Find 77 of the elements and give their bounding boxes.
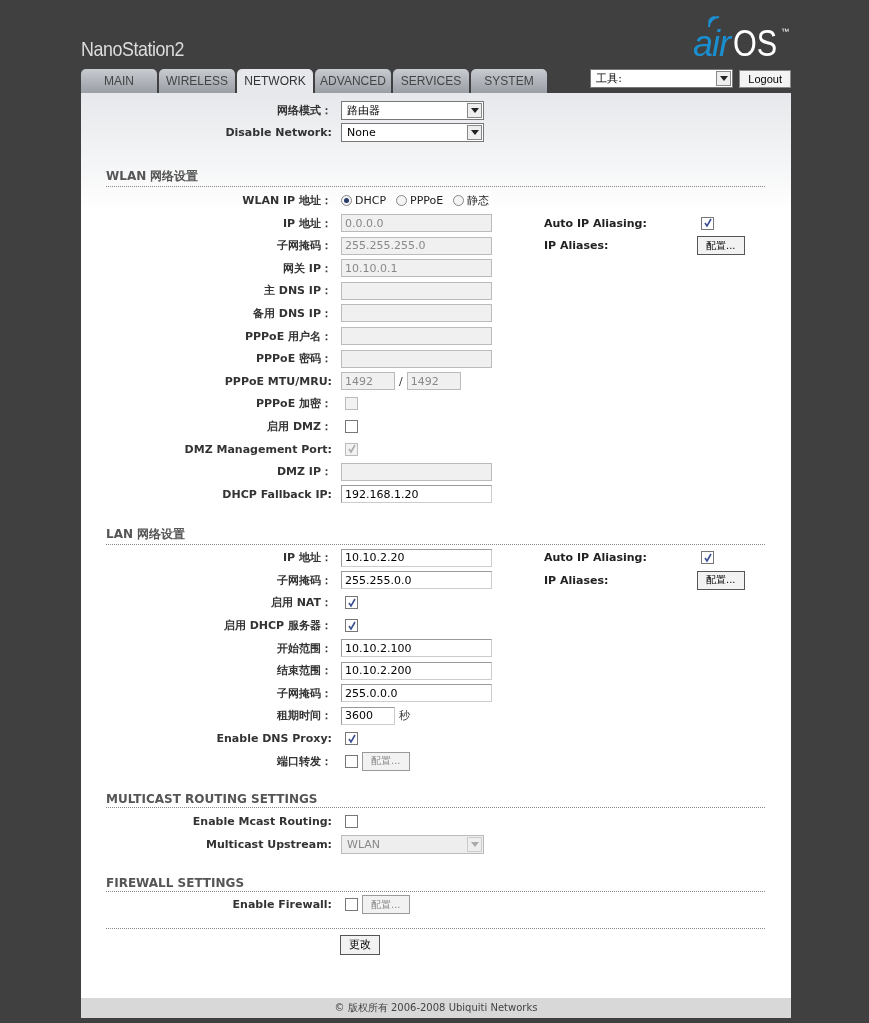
field-label: DHCP Fallback IP: [221, 487, 333, 501]
field-label: 租期时间： [276, 708, 333, 724]
logo: airOS™ [692, 27, 789, 61]
checkbox[interactable] [701, 551, 714, 565]
apply-button[interactable]: 更改 [340, 934, 380, 955]
nav-tab[interactable]: SYSTEM [471, 69, 547, 93]
field-label: Multicast Upstream: [205, 837, 333, 851]
field-label: IP 地址： [282, 215, 333, 231]
section-heading: FIREWALL SETTINGS [106, 875, 765, 892]
logout-button[interactable]: Logout [739, 69, 791, 88]
checkbox[interactable] [345, 754, 358, 768]
field-label: DMZ Management Port: [183, 442, 333, 456]
checkbox[interactable] [345, 898, 358, 912]
checkbox[interactable] [345, 619, 358, 633]
separator-text: / [399, 374, 403, 388]
nav-tab[interactable]: WIRELESS [159, 69, 235, 93]
caret-icon [716, 71, 732, 86]
input-field[interactable]: 3600 [341, 706, 395, 725]
field-label: Auto IP Aliasing: [544, 216, 648, 230]
caret-icon [467, 102, 482, 118]
nav-tab[interactable]: ADVANCED [315, 69, 391, 93]
field-label: PPPoE 加密： [254, 396, 333, 412]
field-label: IP Aliases: [544, 573, 610, 587]
unit-label: 秒 [399, 708, 410, 724]
input-field[interactable]: 10.10.2.200 [341, 661, 492, 680]
wifi-waves-icon [706, 15, 721, 29]
field-label: Enable Mcast Routing: [191, 815, 333, 829]
checkbox[interactable] [345, 815, 358, 829]
field-label: 网络模式： [276, 102, 333, 118]
field-label: 启用 NAT： [269, 595, 333, 611]
device-name: NanoStation2 [81, 37, 185, 61]
section-heading: LAN 网络设置 [106, 525, 765, 545]
field-label: Auto IP Aliasing: [544, 551, 648, 565]
input-field[interactable]: 192.168.1.20 [341, 485, 492, 504]
footer-text: © 版权所有 2006-2008 Ubiquiti Networks [81, 998, 791, 1018]
input-field[interactable]: 10.10.2.100 [341, 639, 492, 658]
nav-tab[interactable]: NETWORK [237, 69, 313, 93]
field-label: 子网掩码： [276, 572, 333, 588]
caret-icon [467, 125, 482, 141]
radio-option[interactable]: DHCP [341, 194, 387, 207]
field-label: PPPoE 密码： [254, 351, 333, 367]
checkbox[interactable] [345, 419, 358, 433]
radio-option[interactable]: 静态 [453, 193, 490, 208]
field-label: IP Aliases: [544, 239, 610, 253]
field-label: Enable Firewall: [231, 898, 333, 912]
configure-button[interactable]: 配置... [697, 570, 745, 590]
dropdown[interactable]: 路由器 [341, 100, 484, 120]
tools-dropdown[interactable]: 工具: [590, 69, 734, 88]
caret-icon [467, 836, 482, 852]
input-field[interactable]: 255.0.0.0 [341, 684, 492, 703]
field-label: 主 DNS IP： [262, 283, 333, 299]
field-label: 备用 DNS IP： [251, 305, 333, 321]
checkbox[interactable] [345, 732, 358, 746]
field-label: 网关 IP： [282, 260, 333, 276]
field-label: 启用 DMZ： [266, 418, 333, 434]
section-heading: WLAN 网络设置 [106, 168, 765, 188]
field-label: 子网掩码： [276, 685, 333, 701]
radio-option[interactable]: PPPoE [396, 194, 444, 207]
nav-tab[interactable]: MAIN [81, 69, 157, 93]
field-label: Disable Network: [224, 126, 333, 140]
input-field[interactable]: 10.10.2.20 [341, 548, 492, 567]
field-label: 启用 DHCP 服务器： [222, 618, 333, 634]
field-label: PPPoE 用户名： [243, 328, 333, 344]
nav-tab[interactable]: SERVICES [393, 69, 469, 93]
dropdown[interactable]: None [341, 123, 484, 143]
input-field[interactable]: 255.255.0.0 [341, 571, 492, 590]
section-heading: MULTICAST ROUTING SETTINGS [106, 792, 765, 809]
field-label: 开始范围： [276, 640, 333, 656]
field-label: Enable DNS Proxy: [215, 732, 333, 746]
field-label: 端口转发： [276, 753, 333, 769]
field-label: IP 地址： [282, 550, 333, 566]
field-label: PPPoE MTU/MRU: [223, 374, 333, 388]
checkbox[interactable] [345, 596, 358, 610]
field-label: 结束范围： [276, 663, 333, 679]
field-label: DMZ IP： [275, 464, 333, 480]
field-label: WLAN IP 地址： [241, 193, 333, 208]
field-label: 子网掩码： [276, 238, 333, 254]
